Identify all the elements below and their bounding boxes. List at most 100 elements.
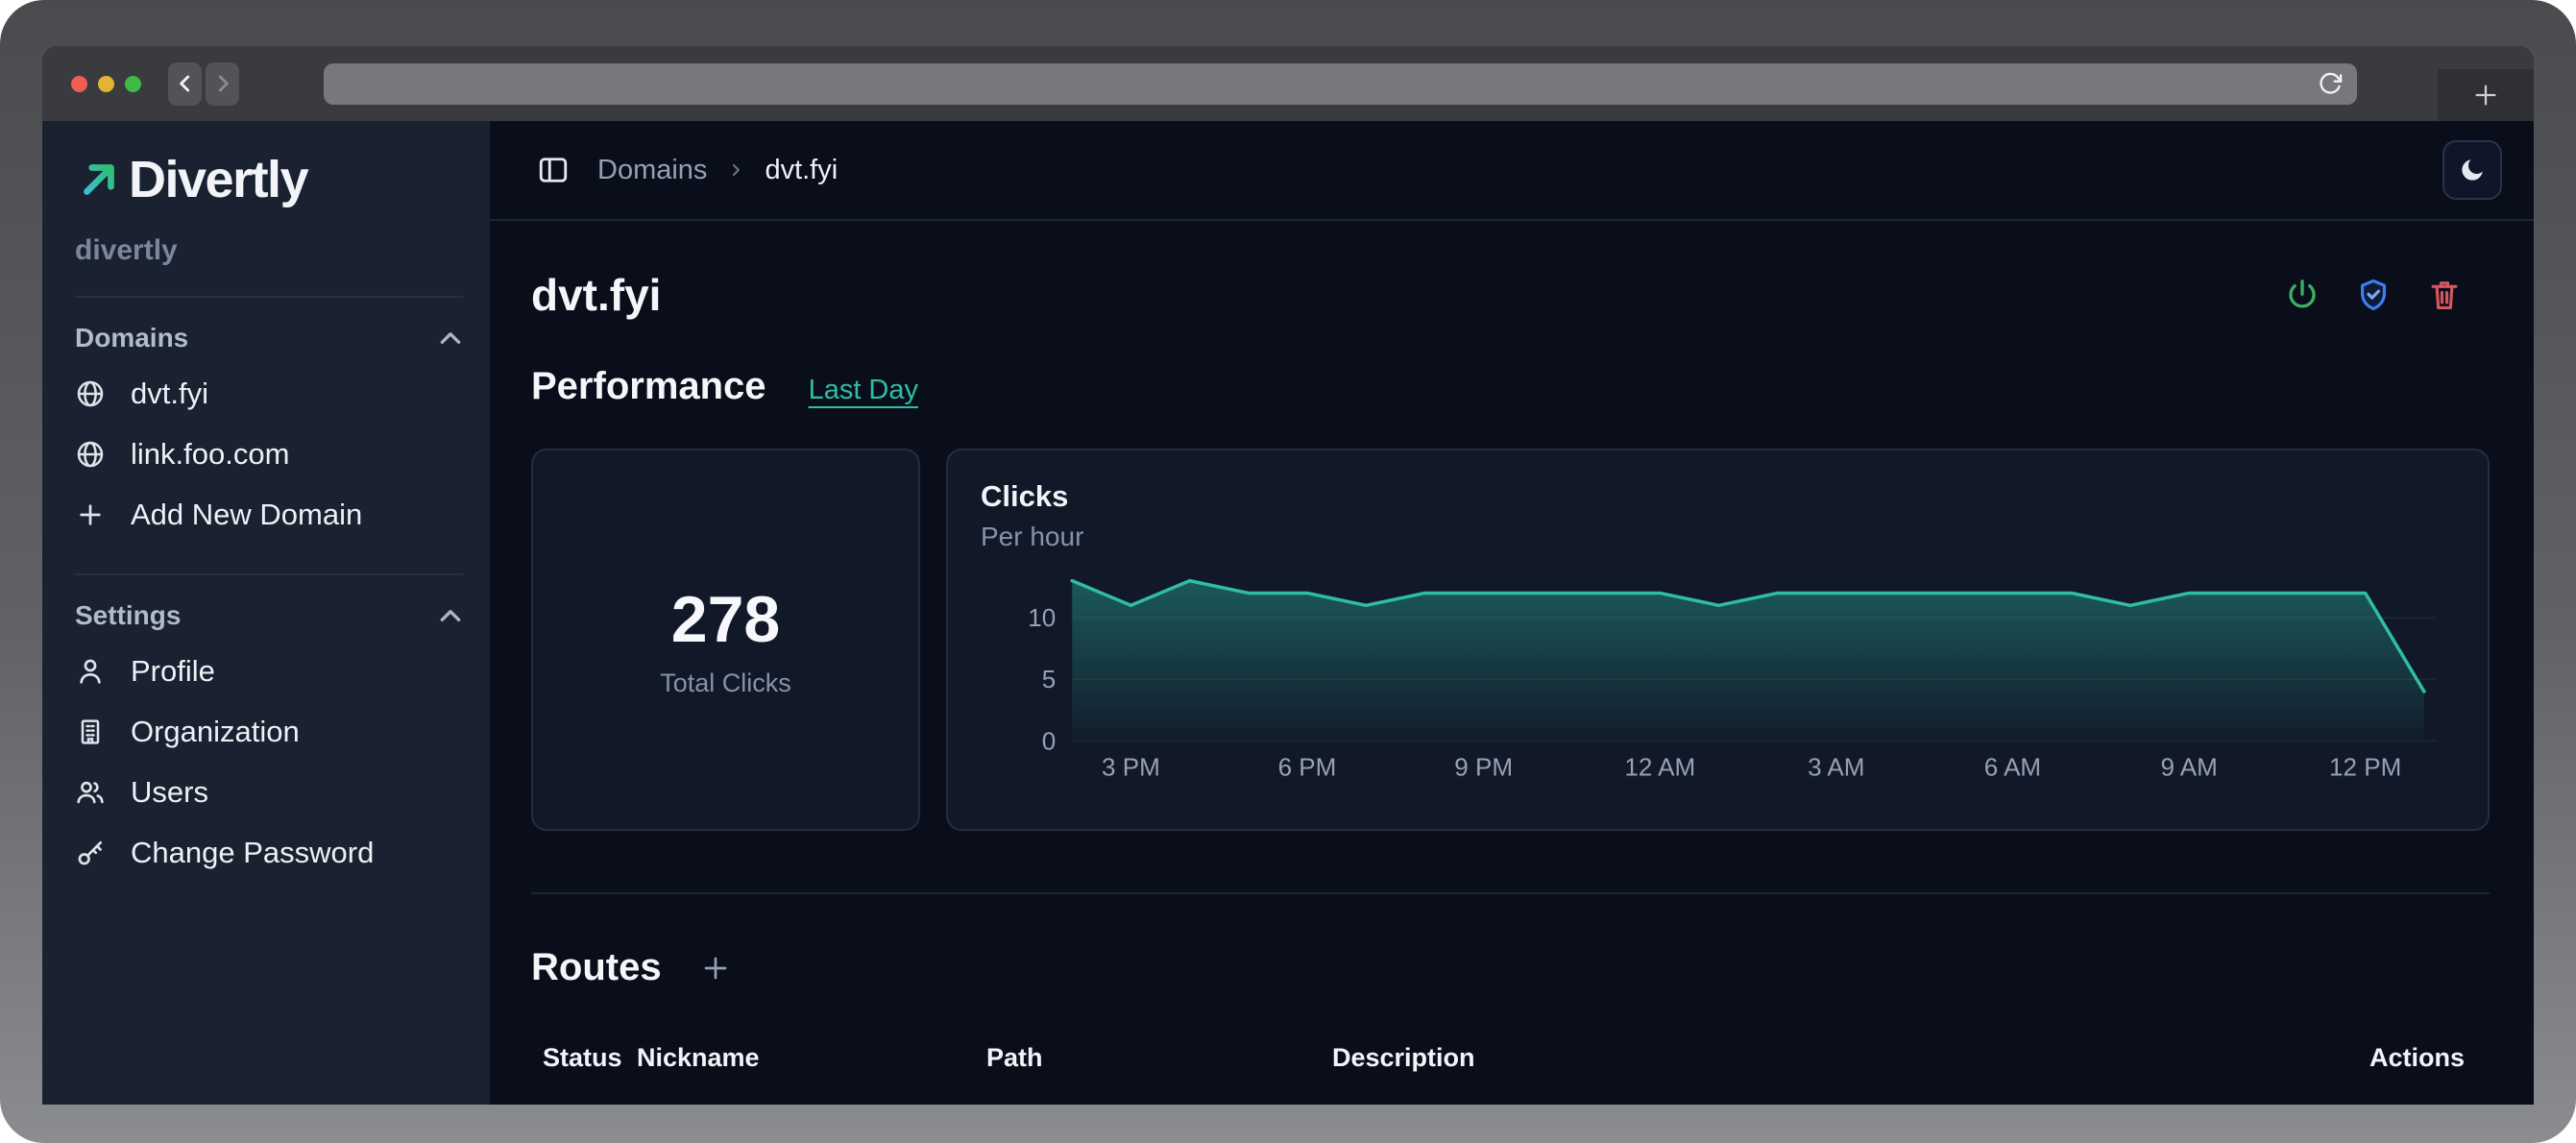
shield-check-icon[interactable] [2355,277,2392,313]
browser-chrome [42,46,2534,121]
clicks-chart-card: Clicks Per hour 0 5 10 3 PM 6 PM 9 PM 12 AM 3 A… [946,449,2490,831]
window-controls [71,76,141,92]
routes-table-header: Status Nickname Path Description Actions [531,1043,2490,1073]
svg-text:3 AM: 3 AM [1808,752,1864,781]
sidebar-item-label: Users [131,775,208,810]
main-area: Domains dvt.fyi dvt.fyi [490,121,2534,1105]
close-window-button[interactable] [71,76,87,92]
total-clicks-label: Total Clicks [660,669,791,698]
maximize-window-button[interactable] [125,76,141,92]
column-nickname: Nickname [637,1043,986,1073]
svg-text:6 AM: 6 AM [1984,752,2041,781]
sidebar-item-users[interactable]: Users [75,762,463,822]
section-divider [531,892,2490,894]
power-icon[interactable] [2284,277,2321,313]
breadcrumb-bar: Domains dvt.fyi [490,121,2534,221]
breadcrumb-domains-link[interactable]: Domains [597,155,707,186]
add-route-button[interactable] [700,953,731,984]
sidebar-divider [75,573,463,575]
total-clicks-value: 278 [671,582,780,657]
sidebar-item-label: Profile [131,654,215,689]
sidebar-item-link-foo-com[interactable]: link.foo.com [75,424,463,484]
svg-text:9 AM: 9 AM [2160,752,2217,781]
minimize-window-button[interactable] [98,76,114,92]
key-icon [75,838,106,868]
section-label: Domains [75,323,188,353]
domain-actions [2284,277,2490,313]
performance-heading: Performance [531,365,766,408]
sidebar: Divertly divertly Domains dvt.fyi [42,121,490,1105]
settings-nav: Profile Organization Users [75,641,463,883]
chevron-up-icon [438,330,463,346]
url-bar[interactable] [324,63,2357,105]
app-logo[interactable]: Divertly [75,150,463,209]
section-header-settings[interactable]: Settings [75,600,463,631]
svg-text:9 PM: 9 PM [1454,752,1513,781]
sidebar-divider [75,296,463,298]
chevron-right-icon [726,160,745,180]
org-name: divertly [75,234,463,267]
chevron-left-icon [173,71,198,96]
app-content: Divertly divertly Domains dvt.fyi [42,121,2534,1105]
sidebar-item-profile[interactable]: Profile [75,641,463,701]
sidebar-item-add-new-domain[interactable]: Add New Domain [75,484,463,545]
theme-toggle-button[interactable] [2442,140,2502,200]
user-icon [75,656,106,687]
back-button[interactable] [168,62,202,106]
svg-text:0: 0 [1042,726,1056,755]
browser-window: Divertly divertly Domains dvt.fyi [42,46,2534,1105]
clicks-area-chart: 0 5 10 3 PM 6 PM 9 PM 12 AM 3 AM 6 AM 9 AM 12 PM [981,562,2463,792]
column-description: Description [1332,1043,2369,1073]
sidebar-item-label: Change Password [131,836,374,870]
domain-page: dvt.fyi [490,221,2534,1073]
new-tab-button[interactable] [2438,69,2534,121]
sidebar-item-organization[interactable]: Organization [75,701,463,762]
panel-left-icon[interactable] [536,153,571,187]
users-icon [75,777,106,808]
moon-icon [2458,156,2487,184]
sidebar-item-change-password[interactable]: Change Password [75,822,463,883]
forward-button[interactable] [206,62,239,106]
globe-icon [75,439,106,470]
device-frame: Divertly divertly Domains dvt.fyi [0,0,2576,1143]
column-actions: Actions [2369,1043,2465,1073]
svg-text:12 PM: 12 PM [2329,752,2401,781]
building-icon [75,717,106,747]
svg-text:10: 10 [1028,603,1056,632]
performance-row: Performance Last Day [531,365,2490,408]
section-header-domains[interactable]: Domains [75,323,463,353]
chart-title: Clicks [981,479,2463,514]
sidebar-item-label: Organization [131,715,300,749]
page-title: dvt.fyi [531,269,661,321]
chart-subtitle: Per hour [981,522,2463,552]
plus-icon [2471,81,2500,109]
svg-text:6 PM: 6 PM [1278,752,1337,781]
sidebar-item-label: link.foo.com [131,437,289,472]
arrow-up-right-icon [75,156,123,204]
domains-nav: dvt.fyi link.foo.com Add New Domain [75,363,463,545]
sidebar-item-label: dvt.fyi [131,377,208,411]
routes-heading: Routes [531,946,662,989]
title-row: dvt.fyi [531,269,2490,321]
reload-icon[interactable] [2317,70,2344,97]
plus-icon [75,499,106,530]
svg-text:12 AM: 12 AM [1624,752,1695,781]
sidebar-item-label: Add New Domain [131,498,362,532]
performance-cards: 278 Total Clicks Clicks Per hour [531,449,2490,831]
routes-row: Routes [531,946,2490,989]
svg-text:3 PM: 3 PM [1102,752,1160,781]
plus-icon [700,953,731,984]
breadcrumb-current: dvt.fyi [765,155,838,186]
section-label: Settings [75,600,181,631]
chevron-right-icon [210,71,235,96]
sidebar-item-dvt-fyi[interactable]: dvt.fyi [75,363,463,424]
globe-icon [75,378,106,409]
range-last-day-link[interactable]: Last Day [809,375,918,406]
chevron-up-icon [438,608,463,623]
logo-text: Divertly [129,150,307,209]
svg-text:5: 5 [1042,665,1056,693]
trash-icon[interactable] [2426,277,2463,313]
column-path: Path [986,1043,1332,1073]
column-status: Status [543,1043,637,1073]
total-clicks-card: 278 Total Clicks [531,449,920,831]
